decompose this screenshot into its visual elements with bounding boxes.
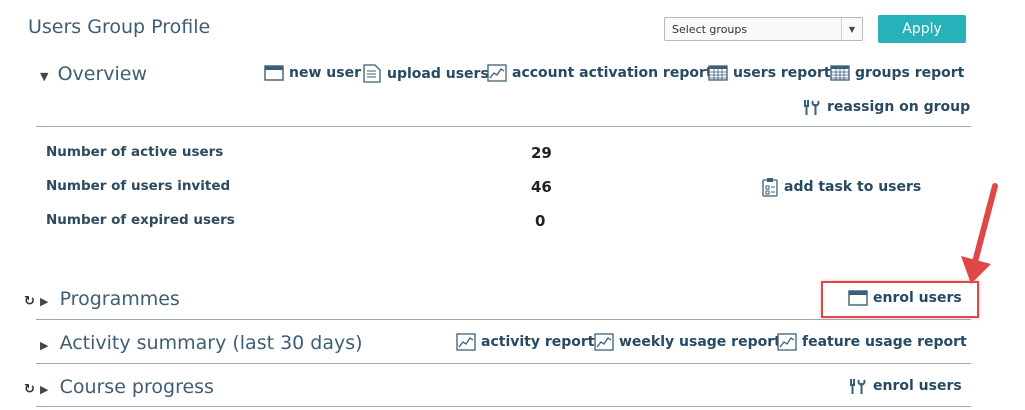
reassign-on-group-label: reassign on group — [827, 99, 971, 115]
users-report-link[interactable]: users report — [708, 65, 831, 81]
divider — [36, 319, 971, 320]
line-chart-icon — [777, 333, 797, 351]
divider — [36, 126, 971, 127]
stat-invited-users-value: 46 — [531, 178, 552, 196]
group-select[interactable]: Select groups ▼ — [664, 17, 863, 41]
page-title: Users Group Profile — [28, 16, 211, 38]
add-task-to-users-link[interactable]: add task to users — [761, 177, 921, 197]
activity-header[interactable]: ▶ Activity summary (last 30 days) — [40, 332, 363, 354]
add-task-label: add task to users — [784, 179, 922, 195]
stat-expired-users-label: Number of expired users — [46, 212, 235, 228]
chevron-down-icon: ▼ — [841, 18, 862, 40]
activity-report-label: activity report — [481, 334, 595, 350]
divider — [36, 406, 971, 407]
course-progress-title: Course progress — [59, 376, 214, 398]
weekly-usage-report-label: weekly usage report — [619, 334, 781, 350]
tools-icon — [804, 100, 820, 115]
line-chart-icon — [594, 333, 614, 351]
course-progress-header[interactable]: ↻ ▶ Course progress — [24, 376, 214, 398]
overview-header[interactable]: ▼ Overview — [40, 63, 147, 85]
feature-usage-report-label: feature usage report — [802, 334, 967, 350]
new-user-link[interactable]: new user — [264, 65, 361, 81]
groups-report-link[interactable]: groups report — [830, 65, 964, 81]
users-report-label: users report — [733, 65, 831, 81]
document-icon — [363, 64, 381, 83]
programmes-header[interactable]: ↻ ▶ Programmes — [24, 288, 180, 310]
apply-button[interactable]: Apply — [878, 15, 966, 43]
activity-report-link[interactable]: activity report — [456, 333, 595, 351]
tools-icon — [850, 379, 866, 394]
spreadsheet-icon — [830, 65, 850, 81]
stat-active-users-label: Number of active users — [46, 144, 224, 160]
account-activation-report-link[interactable]: account activation report — [487, 64, 713, 82]
stat-expired-users-value: 0 — [535, 212, 546, 230]
refresh-icon: ↻ — [24, 382, 35, 397]
overview-title: Overview — [57, 63, 148, 85]
expanded-triangle-icon: ▼ — [40, 70, 49, 83]
groups-report-label: groups report — [855, 65, 965, 81]
activity-title: Activity summary (last 30 days) — [59, 332, 363, 354]
clipboard-icon — [762, 178, 778, 197]
programmes-title: Programmes — [59, 288, 180, 310]
stat-active-users-value: 29 — [531, 144, 552, 162]
refresh-icon: ↻ — [24, 294, 35, 309]
collapsed-triangle-icon: ▶ — [40, 383, 49, 396]
feature-usage-report-link[interactable]: feature usage report — [777, 333, 967, 351]
spreadsheet-icon — [708, 65, 728, 81]
stat-invited-users-label: Number of users invited — [46, 178, 231, 194]
line-chart-icon — [456, 333, 476, 351]
course-progress-enrol-users-link[interactable]: enrol users — [848, 377, 962, 395]
window-icon — [264, 65, 284, 81]
divider — [36, 363, 971, 364]
account-activation-report-label: account activation report — [512, 65, 713, 81]
reassign-on-group-link[interactable]: reassign on group — [802, 98, 970, 116]
upload-users-label: upload users — [387, 65, 489, 82]
group-select-value: Select groups — [672, 23, 748, 36]
weekly-usage-report-link[interactable]: weekly usage report — [594, 333, 781, 351]
upload-users-link[interactable]: upload users — [362, 64, 489, 83]
new-user-label: new user — [289, 65, 361, 81]
annotation-arrow-icon — [961, 183, 998, 284]
collapsed-triangle-icon: ▶ — [40, 295, 49, 308]
enrol-users-label: enrol users — [873, 378, 962, 394]
collapsed-triangle-icon: ▶ — [40, 339, 49, 352]
line-chart-icon — [487, 64, 507, 82]
